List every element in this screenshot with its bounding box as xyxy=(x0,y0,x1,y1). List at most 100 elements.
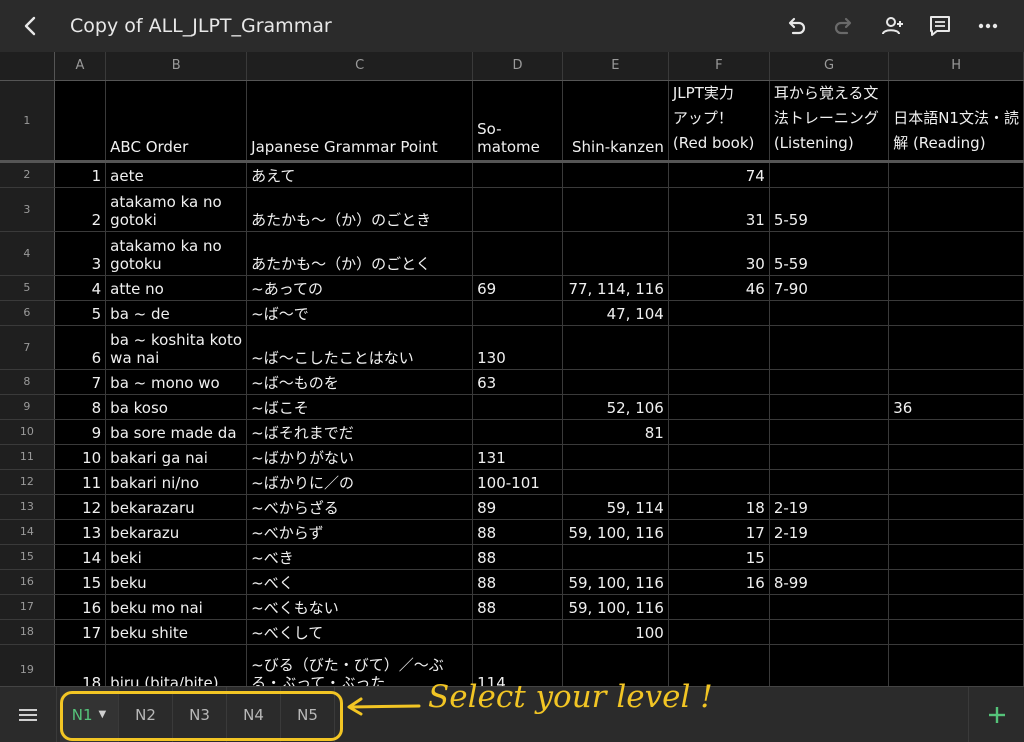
row-header[interactable]: 7 xyxy=(0,325,55,370)
cell-d[interactable] xyxy=(472,187,563,232)
row-header[interactable]: 1 xyxy=(0,80,55,163)
cell-g[interactable]: 8-99 xyxy=(769,569,890,595)
column-header-g[interactable]: G xyxy=(769,52,890,81)
caret-down-icon[interactable]: ▼ xyxy=(99,709,107,720)
cell-e[interactable]: 100 xyxy=(562,619,669,645)
cell-c[interactable]: ~べくもない xyxy=(246,594,474,620)
row-header[interactable]: 11 xyxy=(0,444,55,470)
cell-e[interactable]: 52, 106 xyxy=(562,394,669,420)
cell-a[interactable]: 5 xyxy=(54,300,107,326)
row-header[interactable]: 16 xyxy=(0,569,55,595)
cell-c[interactable]: ~あっての xyxy=(246,275,474,301)
cell-f[interactable] xyxy=(668,325,770,370)
cell-f[interactable] xyxy=(668,619,770,645)
cell-h[interactable] xyxy=(888,275,1024,301)
undo-button[interactable] xyxy=(772,4,820,48)
cell-e[interactable]: 47, 104 xyxy=(562,300,669,326)
sheet-tab-n5[interactable]: N5 xyxy=(281,687,335,742)
cell-f[interactable] xyxy=(668,419,770,445)
cell-g[interactable] xyxy=(769,644,890,686)
cell-h[interactable] xyxy=(888,187,1024,232)
cell-d[interactable]: 63 xyxy=(472,369,563,395)
cell-f[interactable] xyxy=(668,300,770,326)
column-header-a[interactable]: A xyxy=(54,52,107,81)
column-header-f[interactable]: F xyxy=(668,52,770,81)
cell-g[interactable] xyxy=(769,469,890,495)
cell-f[interactable]: 15 xyxy=(668,544,770,570)
cell-e[interactable] xyxy=(562,469,669,495)
cell-h[interactable] xyxy=(888,231,1024,276)
cell-h[interactable] xyxy=(888,644,1024,686)
cell-h[interactable] xyxy=(888,619,1024,645)
cell-h[interactable] xyxy=(888,469,1024,495)
cell-a[interactable]: 18 xyxy=(54,644,107,686)
document-title[interactable]: Copy of ALL_JLPT_Grammar xyxy=(70,15,772,37)
cell-e[interactable] xyxy=(562,231,669,276)
cell-b[interactable]: bekarazu xyxy=(105,519,248,545)
cell-a[interactable]: 4 xyxy=(54,275,107,301)
cell-h[interactable] xyxy=(888,444,1024,470)
header-cell-red-book[interactable]: JLPT実力 アップ！ (Red book) xyxy=(668,80,770,163)
cell-b[interactable]: aete xyxy=(105,161,248,188)
cell-f[interactable]: 17 xyxy=(668,519,770,545)
cell-c[interactable]: ~ばかりに／の xyxy=(246,469,474,495)
cell-c[interactable]: ~べき xyxy=(246,544,474,570)
cell-f[interactable] xyxy=(668,469,770,495)
row-header[interactable]: 4 xyxy=(0,231,55,276)
cell-c[interactable]: ~ば〜ものを xyxy=(246,369,474,395)
cell-b[interactable]: ba koso xyxy=(105,394,248,420)
cell-e[interactable]: 59, 114 xyxy=(562,494,669,520)
cell-e[interactable]: 59, 100, 116 xyxy=(562,519,669,545)
row-header[interactable]: 14 xyxy=(0,519,55,545)
cell-d[interactable]: 69 xyxy=(472,275,563,301)
cell-c[interactable]: あたかも〜（か）のごとく xyxy=(246,231,474,276)
cell-f[interactable] xyxy=(668,394,770,420)
cell-c[interactable]: ~べからざる xyxy=(246,494,474,520)
cell-e[interactable] xyxy=(562,544,669,570)
cell-b[interactable]: bekarazaru xyxy=(105,494,248,520)
cell-g[interactable]: 7-90 xyxy=(769,275,890,301)
column-header-d[interactable]: D xyxy=(472,52,563,81)
cell-b[interactable]: beku mo nai xyxy=(105,594,248,620)
cell-a[interactable]: 16 xyxy=(54,594,107,620)
column-header-e[interactable]: E xyxy=(562,52,669,81)
cell-d[interactable] xyxy=(472,161,563,188)
cell-e[interactable] xyxy=(562,187,669,232)
row-header[interactable]: 9 xyxy=(0,394,55,420)
cell-c[interactable]: ~ば〜こしたことはない xyxy=(246,325,474,370)
more-options-button[interactable] xyxy=(964,4,1012,48)
cell-a[interactable]: 15 xyxy=(54,569,107,595)
cell-b[interactable]: beku xyxy=(105,569,248,595)
cell-b[interactable]: biru (bita/bite) xyxy=(105,644,248,686)
cell-g[interactable]: 5-59 xyxy=(769,231,890,276)
cell-c[interactable]: ~べく xyxy=(246,569,474,595)
cell-d[interactable]: 100-101 xyxy=(472,469,563,495)
cell-d[interactable]: 130 xyxy=(472,325,563,370)
cell-b[interactable]: atte no xyxy=(105,275,248,301)
cell-d[interactable] xyxy=(472,419,563,445)
cell-c[interactable]: あたかも〜（か）のごとき xyxy=(246,187,474,232)
cell-e[interactable]: 59, 100, 116 xyxy=(562,569,669,595)
cell-a[interactable]: 3 xyxy=(54,231,107,276)
header-cell-abc-order[interactable]: ABC Order xyxy=(105,80,248,163)
cell-f[interactable]: 30 xyxy=(668,231,770,276)
cell-e[interactable]: 59, 100, 116 xyxy=(562,594,669,620)
row-header[interactable]: 8 xyxy=(0,369,55,395)
cell-b[interactable]: ba ~ koshita koto wa nai xyxy=(105,325,248,370)
cell-c[interactable]: ~ばこそ xyxy=(246,394,474,420)
cell-f[interactable] xyxy=(668,594,770,620)
cell-f[interactable] xyxy=(668,444,770,470)
cell-h[interactable] xyxy=(888,161,1024,188)
sheet-tab-n4[interactable]: N4 xyxy=(227,687,281,742)
cell-a[interactable]: 1 xyxy=(54,161,107,188)
cell-h[interactable] xyxy=(888,519,1024,545)
cell-h[interactable] xyxy=(888,369,1024,395)
cell-a[interactable]: 10 xyxy=(54,444,107,470)
cell-h[interactable] xyxy=(888,325,1024,370)
cell-e[interactable] xyxy=(562,369,669,395)
cell-b[interactable]: ba ~ de xyxy=(105,300,248,326)
header-cell-reading[interactable]: 日本語N1文法・読 解 (Reading) xyxy=(888,80,1024,163)
comments-button[interactable] xyxy=(916,4,964,48)
cell-e[interactable] xyxy=(562,444,669,470)
cell-a[interactable]: 14 xyxy=(54,544,107,570)
